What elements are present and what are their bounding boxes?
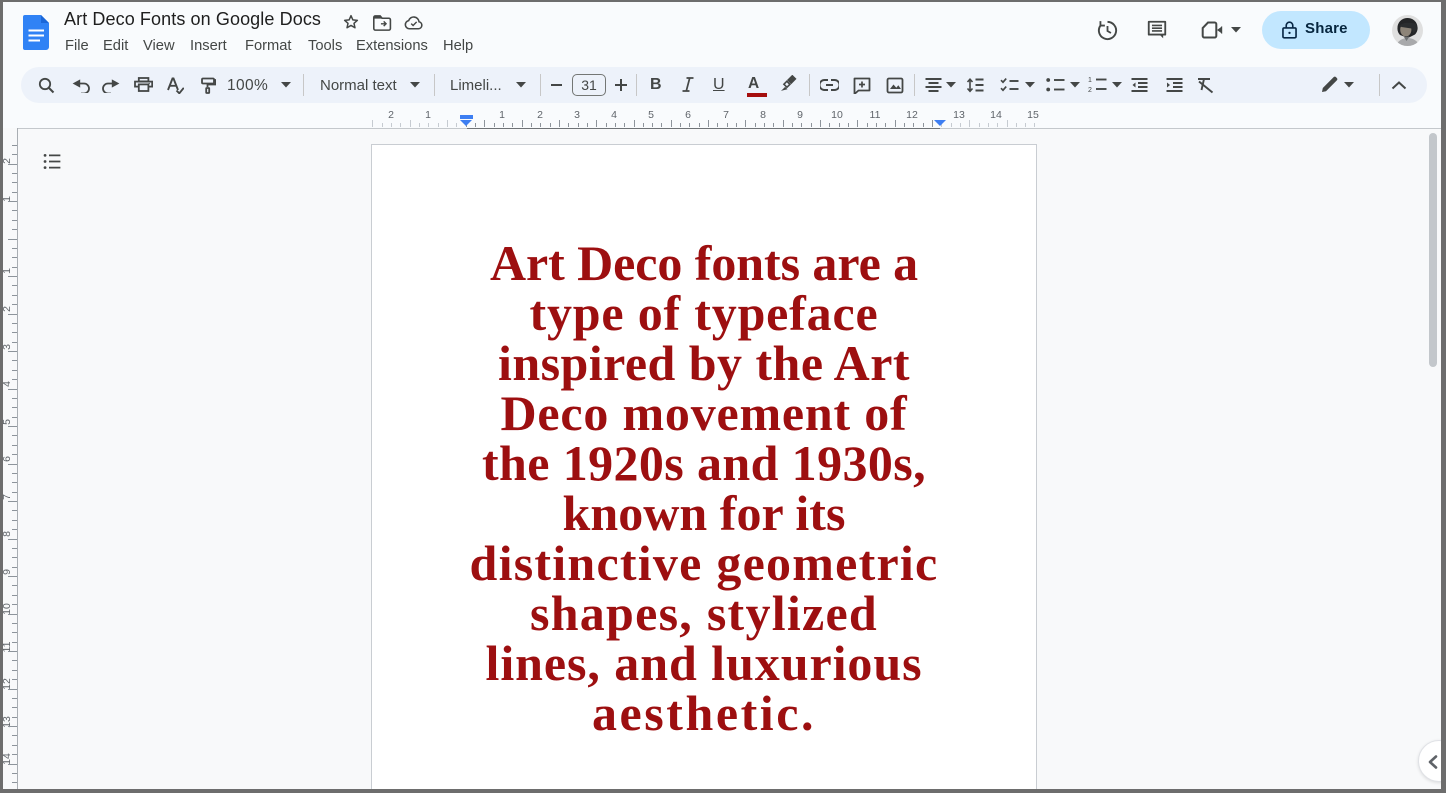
svg-text:1: 1 <box>1088 77 1092 84</box>
svg-text:2: 2 <box>1088 87 1092 94</box>
